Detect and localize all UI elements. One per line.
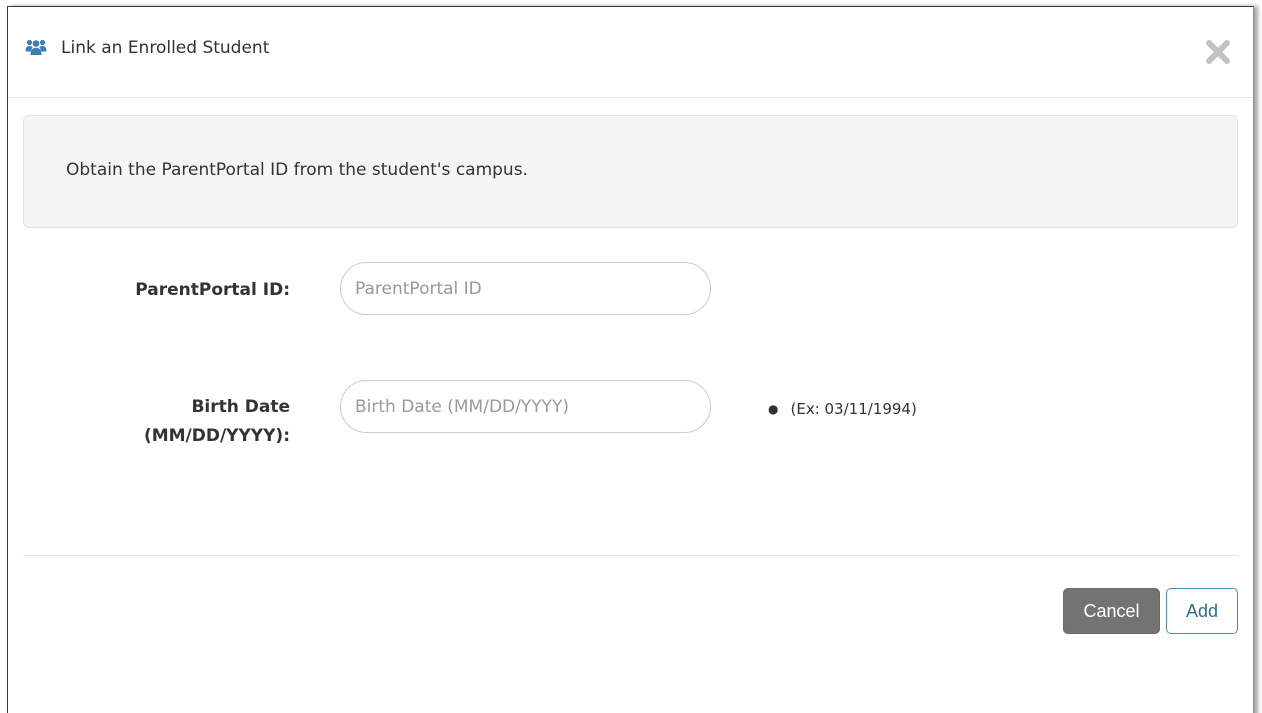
alert-message: Obtain the ParentPortal ID from the stud… [66, 160, 528, 180]
birth-date-input[interactable] [340, 380, 711, 433]
birth-date-hint: ● (Ex: 03/11/1994) [768, 398, 917, 420]
parent-portal-id-label: ParentPortal ID: [135, 280, 290, 300]
info-alert: Obtain the ParentPortal ID from the stud… [23, 115, 1238, 228]
users-icon [25, 39, 47, 55]
link-student-dialog: Link an Enrolled Student Obtain the Pare… [7, 6, 1254, 713]
add-button[interactable]: Add [1166, 588, 1238, 634]
birth-date-label-line1: Birth Date [191, 397, 290, 417]
cancel-button[interactable]: Cancel [1063, 588, 1160, 634]
parent-portal-id-input[interactable] [340, 262, 711, 315]
bullet-icon: ● [768, 402, 779, 416]
footer-divider [23, 555, 1238, 556]
close-icon[interactable] [1205, 39, 1231, 65]
dialog-header: Link an Enrolled Student [8, 7, 1253, 98]
birth-date-label-line2: (MM/DD/YYYY): [143, 426, 290, 446]
birth-date-hint-text: (Ex: 03/11/1994) [790, 400, 917, 418]
dialog-title: Link an Enrolled Student [61, 38, 270, 58]
birth-date-label: Birth Date (MM/DD/YYYY): [8, 393, 290, 451]
